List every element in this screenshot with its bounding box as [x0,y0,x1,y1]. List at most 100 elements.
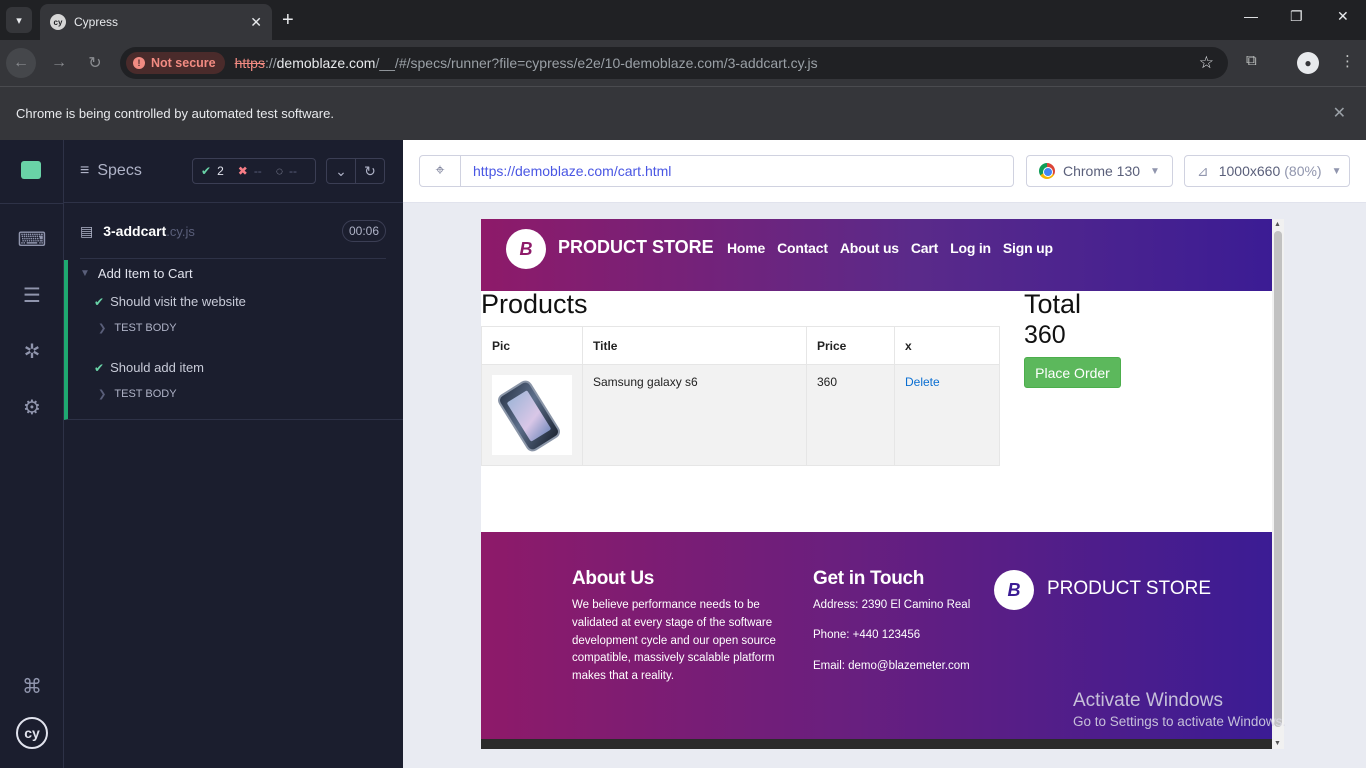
product-image [492,375,572,455]
rerun-icon[interactable]: ↻ [355,158,385,184]
warning-icon: ! [133,57,145,69]
item-title: Samsung galaxy s6 [582,364,807,466]
extensions-puzzle-icon[interactable]: ⧉ [1246,52,1257,69]
url-text[interactable]: https://demoblaze.com/__/#/specs/runner?… [235,55,818,71]
tab-search-button[interactable]: ▾ [6,7,32,33]
failed-count: -- [253,164,262,178]
spec-file-row[interactable]: ▤ 3-addcart .cy.js 00:06 [80,219,386,243]
tab-close-icon[interactable]: ✕ [250,14,262,31]
col-x: x [894,326,1000,365]
browser-tab-strip: ▾ cy Cypress ✕ + — ❐ ✕ [0,0,1366,40]
suite-title-row[interactable]: ▼ Add Item to Cart [80,266,193,281]
runs-code-icon[interactable]: ⌨ [0,219,64,259]
viewport-info[interactable]: ⊿ 1000x660 (80%) ▼ [1184,155,1350,187]
back-arrow-icon[interactable]: ← [6,48,36,78]
nav-sign-up[interactable]: Sign up [1003,240,1053,256]
about-text: We believe performance needs to be valid… [572,599,776,683]
test-body-toggle[interactable]: ❯ TEST BODY [98,388,177,400]
spec-name: 3-addcart [103,223,167,239]
test-row[interactable]: ✔ Should visit the website [94,294,246,309]
suite-block: ▼ Add Item to Cart ✔ Should visit the we… [64,260,403,420]
minimize-icon[interactable]: — [1244,8,1258,24]
col-title: Title [582,326,807,365]
nav-links: Home Contact About us Cart Log in Sign u… [727,240,1053,256]
table-row: Samsung galaxy s6 360 Delete [481,364,1000,466]
pending-spinner-icon: ◌ [275,164,283,178]
cart-table: Pic Title Price x Samsung galaxy s6 360 … [481,326,1000,466]
scroll-down-icon[interactable]: ▼ [1274,740,1281,747]
browser-tab[interactable]: cy Cypress ✕ [40,4,272,40]
chevron-down-icon: ▼ [1150,165,1160,177]
spec-file-icon: ▤ [80,222,94,239]
test-row[interactable]: ✔ Should add item [94,360,204,375]
products-heading: Products [481,289,588,319]
debug-bug-icon[interactable]: ✲ [0,331,64,371]
contact-address: Address: 2390 El Camino Real [813,599,971,611]
address-bar[interactable]: ! Not secure https://demoblaze.com/__/#/… [120,47,1228,79]
tab-title: Cypress [74,15,119,29]
place-order-button[interactable]: Place Order [1024,357,1121,388]
reload-icon[interactable]: ↻ [80,48,110,78]
delete-link[interactable]: Delete [905,375,940,389]
chevron-down-icon: ▼ [1331,165,1342,177]
specs-menu-icon: ≡ [80,162,90,179]
project-icon[interactable] [21,161,41,179]
cypress-favicon-icon: cy [50,14,66,30]
keyboard-shortcuts-icon[interactable]: ⌘ [0,666,64,706]
restore-icon[interactable]: ❐ [1290,8,1303,25]
site-navbar: B PRODUCT STORE Home Contact About us Ca… [481,219,1272,291]
selector-playground-crosshair-icon[interactable]: ⌖ [419,155,461,187]
phone-icon [495,377,563,455]
specs-toggle[interactable]: ≡ Specs [80,162,142,180]
scroll-up-icon[interactable]: ▲ [1274,221,1281,228]
total-heading: Total [1024,289,1082,319]
spec-ext: .cy.js [166,223,195,239]
brand-logo-icon[interactable]: B [506,229,546,269]
chevron-right-icon: ❯ [98,388,107,400]
kebab-menu-icon[interactable]: ⋮ [1340,52,1355,70]
automation-infobar: Chrome is being controlled by automated … [0,86,1366,140]
about-heading: About Us [572,568,655,589]
scrollbar-thumb[interactable] [1274,231,1282,727]
nav-cart[interactable]: Cart [911,240,938,256]
col-pic: Pic [481,326,583,365]
collapse-all-chevron-icon[interactable]: ⌄ [326,158,356,184]
infobar-close-icon[interactable]: ✕ [1333,103,1346,123]
demoblaze-cart-page: B PRODUCT STORE Home Contact About us Ca… [481,219,1272,749]
nav-about-us[interactable]: About us [840,240,899,256]
nav-log-in[interactable]: Log in [950,240,991,256]
cypress-logo-icon[interactable]: cy [16,717,48,749]
cypress-sidebar-nav: ⌨ ☰ ✲ ⚙ ⌘ cy [0,140,64,768]
nav-home[interactable]: Home [727,240,765,256]
failed-x-icon: ✖ [237,164,248,178]
new-tab-button[interactable]: + [282,8,294,32]
chevron-down-icon: ▼ [80,268,90,279]
contact-heading: Get in Touch [813,568,925,589]
passed-count: 2 [217,164,224,178]
bookmark-star-icon[interactable]: ☆ [1199,53,1214,73]
aut-url-field[interactable]: https://demoblaze.com/cart.html [460,155,1014,187]
footer-logo-icon: B [994,570,1034,610]
security-chip[interactable]: ! Not secure [126,52,225,74]
test-stats: ✔ 2 ✖ -- ◌ -- [192,158,316,184]
spec-duration: 00:06 [341,220,386,242]
nav-contact[interactable]: Contact [777,240,828,256]
chevron-right-icon: ❯ [98,322,107,334]
specs-list-icon[interactable]: ☰ [0,275,64,315]
item-price: 360 [806,364,895,466]
reporter-panel: ≡ Specs ✔ 2 ✖ -- ◌ -- ⌄ ↻ ▤ 3-addcart .c… [64,140,403,768]
test-body-toggle[interactable]: ❯ TEST BODY [98,322,177,334]
page-scrollbar[interactable]: ▲ ▼ [1272,219,1284,749]
footer-brand: PRODUCT STORE [1047,578,1211,599]
forward-arrow-icon[interactable]: → [44,48,74,78]
settings-gear-icon[interactable]: ⚙ [0,387,64,427]
profile-avatar-icon[interactable]: ● [1297,52,1319,74]
passed-check-icon: ✔ [94,294,105,309]
window-close-icon[interactable]: ✕ [1337,8,1349,25]
brand-name[interactable]: PRODUCT STORE [558,237,714,258]
automation-message: Chrome is being controlled by automated … [16,106,334,121]
aut-header: ⌖ https://demoblaze.com/cart.html Chrome… [403,140,1366,203]
security-label: Not secure [151,56,216,70]
chrome-logo-icon [1039,163,1055,179]
browser-selector[interactable]: Chrome 130 ▼ [1026,155,1173,187]
